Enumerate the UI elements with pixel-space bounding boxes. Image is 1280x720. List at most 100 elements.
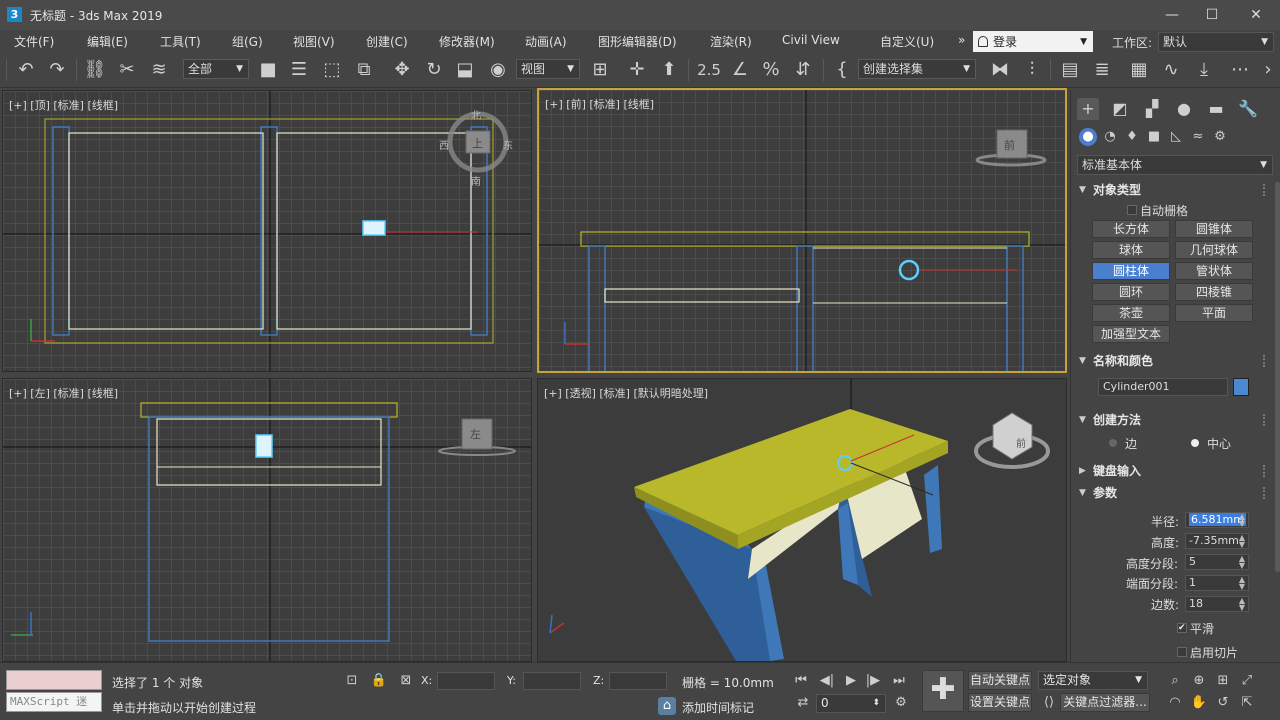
radius-spinner[interactable]: 6.581mm ▲ ▼ bbox=[1185, 512, 1249, 528]
geometry-icon[interactable]: ● bbox=[1079, 128, 1097, 146]
create-icon[interactable]: + bbox=[1077, 98, 1099, 120]
workspace-select[interactable]: 默认 ▼ bbox=[1158, 32, 1274, 52]
lock-icon[interactable]: 🔒 bbox=[370, 672, 388, 690]
place-icon[interactable]: ◉ bbox=[486, 58, 510, 82]
cameras-icon[interactable]: ■ bbox=[1145, 128, 1163, 146]
cap-segments-spinner[interactable]: 1 ▲ ▼ bbox=[1185, 575, 1249, 591]
spinner-arrows-icon[interactable]: ▲ ▼ bbox=[1239, 513, 1245, 528]
sphere-button[interactable]: 球体 bbox=[1092, 241, 1170, 259]
rotate-icon[interactable]: ↻ bbox=[422, 58, 446, 82]
autogrid-checkbox[interactable] bbox=[1127, 205, 1137, 215]
torus-button[interactable]: 圆环 bbox=[1092, 283, 1170, 301]
box-button[interactable]: 长方体 bbox=[1092, 220, 1170, 238]
spinner-arrows-icon[interactable]: ▲ ▼ bbox=[1239, 555, 1245, 570]
add-time-tag[interactable]: 添加时间标记 bbox=[682, 699, 754, 716]
viewport-label[interactable]: [+] [透视] [标准] [默认明暗处理] bbox=[544, 385, 708, 401]
x-coordinate-field[interactable] bbox=[437, 672, 495, 690]
close-button[interactable]: ✕ bbox=[1236, 3, 1276, 27]
spinner-snap-icon[interactable]: ⇵ bbox=[791, 58, 815, 82]
manipulate-icon[interactable]: ✛ bbox=[625, 58, 649, 82]
window-crossing-icon[interactable]: ⧉ bbox=[352, 58, 376, 82]
object-color-swatch[interactable] bbox=[1233, 378, 1249, 396]
set-key-button[interactable]: 设置关键点 bbox=[968, 693, 1032, 712]
space-warps-icon[interactable]: ≈ bbox=[1189, 128, 1207, 146]
maxscript-listener-output[interactable] bbox=[6, 670, 102, 690]
align-icon[interactable]: ⫶ bbox=[1020, 58, 1044, 82]
menu-tools[interactable]: 工具(T) bbox=[160, 33, 201, 50]
helpers-icon[interactable]: ◺ bbox=[1167, 128, 1185, 146]
key-filters-icon[interactable]: ⟨⟩ bbox=[1040, 694, 1058, 712]
height-segments-spinner[interactable]: 5 ▲ ▼ bbox=[1185, 554, 1249, 570]
lights-icon[interactable]: ♦ bbox=[1123, 128, 1141, 146]
unlink-icon[interactable]: ✂ bbox=[115, 58, 139, 82]
spinner-arrows-icon[interactable]: ▲ ▼ bbox=[1239, 576, 1245, 591]
rollout-parameters[interactable]: ▼ 参数 bbox=[1077, 484, 1269, 502]
height-spinner[interactable]: -7.35mm ▲ ▼ bbox=[1185, 533, 1249, 549]
y-coordinate-field[interactable] bbox=[523, 672, 581, 690]
viewport-perspective[interactable]: [+] [透视] [标准] [默认明暗处理] 前 bbox=[537, 378, 1067, 662]
auto-key-button[interactable]: 自动关键点 bbox=[968, 671, 1032, 690]
menu-overflow-icon[interactable]: » bbox=[958, 33, 965, 47]
tube-button[interactable]: 管状体 bbox=[1175, 262, 1253, 280]
schematic-icon[interactable]: ⤓ bbox=[1192, 58, 1216, 82]
named-selection-dropdown[interactable]: 创建选择集 ▼ bbox=[858, 59, 976, 79]
systems-icon[interactable]: ⚙ bbox=[1211, 128, 1229, 146]
viewport-label[interactable]: [+] [顶] [标准] [线框] bbox=[9, 97, 118, 113]
pan-icon[interactable]: ✋ bbox=[1190, 694, 1208, 712]
field-of-view-icon[interactable]: ◠ bbox=[1166, 694, 1184, 712]
toolbar-overflow-icon[interactable]: › bbox=[1258, 58, 1278, 82]
pyramid-button[interactable]: 四棱锥 bbox=[1175, 283, 1253, 301]
zoom-all-icon[interactable]: ⊕ bbox=[1190, 672, 1208, 690]
maximize-button[interactable]: ☐ bbox=[1192, 3, 1232, 27]
panel-scrollbar[interactable] bbox=[1275, 182, 1280, 572]
snap-icon[interactable]: 2.5 bbox=[694, 58, 724, 82]
login-dropdown[interactable]: 登录 ▼ bbox=[973, 31, 1093, 53]
select-by-name-icon[interactable]: ☰ bbox=[287, 58, 311, 82]
hierarchy-icon[interactable]: ▞ bbox=[1141, 98, 1163, 120]
menu-customize[interactable]: 自定义(U) bbox=[880, 33, 934, 50]
spinner-arrows-icon[interactable]: ▲ ▼ bbox=[1239, 597, 1245, 612]
shapes-icon[interactable]: ◔ bbox=[1101, 128, 1119, 146]
edge-radio[interactable] bbox=[1109, 439, 1117, 447]
viewport-top[interactable]: [+] [顶] [标准] [线框] 北 南 东 西 上 bbox=[2, 90, 532, 372]
link-icon[interactable]: ⛓ bbox=[83, 58, 107, 82]
text-plus-button[interactable]: 加强型文本 bbox=[1092, 325, 1170, 343]
cylinder-button[interactable]: 圆柱体 bbox=[1092, 262, 1170, 280]
layer-explorer-icon[interactable]: ≣ bbox=[1090, 58, 1114, 82]
redo-icon[interactable]: ↷ bbox=[45, 58, 69, 82]
menu-edit[interactable]: 编辑(E) bbox=[87, 33, 128, 50]
curve-editor-icon[interactable]: ∿ bbox=[1159, 58, 1183, 82]
time-config-icon[interactable]: ⚙ bbox=[892, 694, 910, 712]
time-tag-icon[interactable]: ⌂ bbox=[658, 697, 676, 715]
object-name-field[interactable]: Cylinder001 bbox=[1098, 378, 1228, 396]
previous-frame-icon[interactable]: ◀| bbox=[818, 672, 836, 690]
menu-file[interactable]: 文件(F) bbox=[14, 33, 54, 50]
center-radio[interactable] bbox=[1191, 439, 1199, 447]
rollout-creation-method[interactable]: ▼ 创建方法 bbox=[1077, 411, 1269, 429]
set-key-icon[interactable]: ✚ bbox=[922, 670, 964, 712]
current-frame-spinner[interactable]: 0 ⬍ bbox=[816, 694, 886, 713]
reference-coord-dropdown[interactable]: 视图 ▼ bbox=[516, 59, 580, 79]
select-icon[interactable]: ■ bbox=[256, 58, 280, 82]
menu-graph-editors[interactable]: 图形编辑器(D) bbox=[598, 33, 677, 50]
rollout-object-type[interactable]: ▼ 对象类型 bbox=[1077, 181, 1269, 199]
viewport-label[interactable]: [+] [左] [标准] [线框] bbox=[9, 385, 118, 401]
selection-filter-dropdown[interactable]: 全部 ▼ bbox=[183, 59, 249, 79]
category-dropdown[interactable]: 标准基本体 ▼ bbox=[1077, 155, 1273, 175]
viewcube-face-label[interactable]: 上 bbox=[472, 135, 483, 151]
angle-snap-icon[interactable]: ∠ bbox=[728, 58, 752, 82]
keyboard-shortcut-icon[interactable]: ⬆ bbox=[657, 58, 681, 82]
undo-icon[interactable]: ↶ bbox=[14, 58, 38, 82]
orbit-icon[interactable]: ↺ bbox=[1214, 694, 1232, 712]
utilities-icon[interactable]: 🔧 bbox=[1237, 98, 1259, 120]
viewport-left[interactable]: [+] [左] [标准] [线框] 左 bbox=[2, 378, 532, 662]
z-coordinate-field[interactable] bbox=[609, 672, 667, 690]
rollout-name-color[interactable]: ▼ 名称和颜色 bbox=[1077, 352, 1269, 370]
motion-icon[interactable]: ● bbox=[1173, 98, 1195, 120]
menu-animation[interactable]: 动画(A) bbox=[525, 33, 567, 50]
rollout-keyboard-entry[interactable]: ▶ 键盘输入 bbox=[1077, 462, 1269, 480]
menu-views[interactable]: 视图(V) bbox=[293, 33, 335, 50]
pivot-icon[interactable]: ⊞ bbox=[588, 58, 612, 82]
zoom-extents-all-icon[interactable]: ⤢ bbox=[1238, 672, 1256, 690]
edit-named-sel-icon[interactable]: { bbox=[830, 58, 854, 82]
